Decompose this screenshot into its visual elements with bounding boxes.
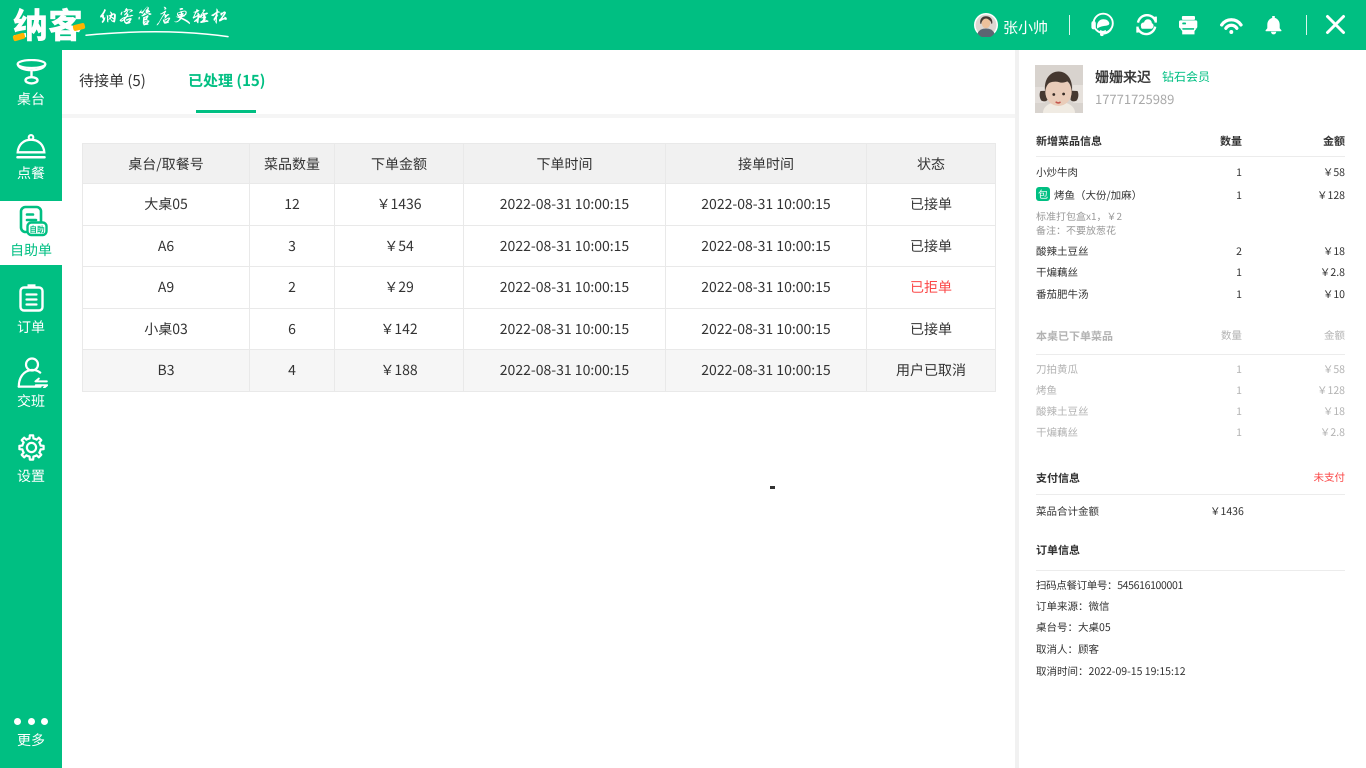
svg-text:自助: 自助 (29, 224, 45, 235)
